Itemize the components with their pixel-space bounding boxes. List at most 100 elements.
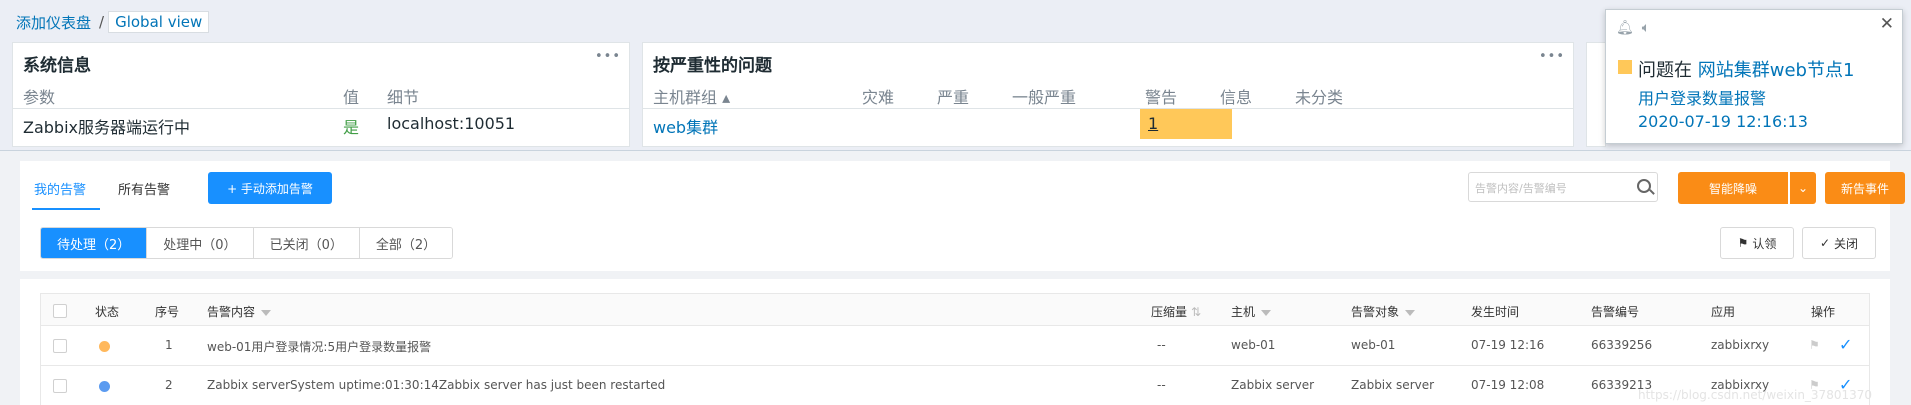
- problems-by-severity-widget: 按严重性的问题 ••• 主机群组 ▴ 灾难 严重 一般严重 警告 信息 未分类 …: [642, 42, 1574, 147]
- host-group-link[interactable]: web集群: [653, 114, 718, 138]
- col-actions: 操作: [1811, 305, 1836, 319]
- col-unclassified: 未分类: [1295, 88, 1344, 107]
- row-app: zabbixrxy: [1711, 338, 1770, 352]
- status-dot: [99, 341, 110, 352]
- breadcrumb-global-view[interactable]: Global view: [108, 11, 210, 33]
- select-all-checkbox[interactable]: [53, 304, 67, 318]
- row-content[interactable]: web-01用户登录情况:5用户登录数量报警: [207, 338, 431, 355]
- col-index: 序号: [155, 305, 180, 319]
- flag-icon: ⚑: [1737, 236, 1749, 250]
- status-segmented-control: 待处理（2） 处理中（0） 已关闭（0） 全部（2）: [40, 227, 454, 259]
- warning-count[interactable]: 1: [1148, 114, 1158, 133]
- problem-notification: 🔔︎ 🔈︎ ✕ 问题在 网站集群web节点1 用户登录数量报警 2020-07-…: [1605, 9, 1903, 144]
- filter-processing[interactable]: 处理中（0）: [147, 228, 254, 258]
- severity-square: [1618, 60, 1632, 74]
- filter-icon[interactable]: [1261, 309, 1272, 316]
- col-target[interactable]: 告警对象: [1351, 303, 1416, 320]
- speaker-icon[interactable]: 🔈︎: [1642, 20, 1650, 36]
- col-host-group[interactable]: 主机群组 ▴: [653, 84, 730, 108]
- row-checkbox[interactable]: [53, 379, 67, 393]
- table-header: 状态 序号 告警内容 压缩量 ⇅ 主机 告警对象 发生时间 告警编号 应用 操作: [41, 294, 1869, 326]
- notification-problem-link[interactable]: 用户登录数量报警: [1638, 85, 1766, 109]
- col-disaster: 灾难: [862, 88, 895, 107]
- bell-icon[interactable]: 🔔︎: [1616, 20, 1634, 36]
- row-host: Zabbix server: [1231, 378, 1315, 392]
- check-icon: ✓: [1819, 236, 1831, 250]
- col-compress[interactable]: 压缩量 ⇅: [1151, 303, 1201, 320]
- detail-text: localhost:10051: [387, 114, 516, 133]
- alarm-panel: 我的告警 所有告警 + 手动添加告警 告警内容/告警编号 智能降噪 ⌄ 新告事件…: [0, 150, 1911, 405]
- problems-header: 主机群组 ▴ 灾难 严重 一般严重 警告 信息 未分类: [643, 79, 1573, 109]
- row-host: web-01: [1231, 338, 1276, 352]
- col-id: 告警编号: [1591, 305, 1640, 319]
- alarm-search[interactable]: 告警内容/告警编号: [1468, 172, 1658, 202]
- chevron-down-icon[interactable]: ⌄: [1790, 172, 1816, 204]
- filter-all[interactable]: 全部（2）: [359, 228, 453, 258]
- notification-host-link[interactable]: 网站集群web节点1: [1698, 60, 1855, 81]
- table-row[interactable]: 2 Zabbix serverSystem uptime:01:30:14Zab…: [41, 366, 1869, 405]
- row-time: 07-19 12:08: [1471, 378, 1545, 392]
- check-icon[interactable]: ✓: [1839, 335, 1852, 354]
- col-value: 值: [343, 88, 360, 107]
- col-parameter: 参数: [23, 88, 56, 107]
- widget-menu-icon[interactable]: •••: [595, 49, 621, 64]
- row-target: Zabbix server: [1351, 378, 1435, 392]
- value-text: 是: [343, 118, 360, 137]
- status-filter-row: 待处理（2） 处理中（0） 已关闭（0） 全部（2） ⚑ 认领 ✓ 关闭: [20, 217, 1890, 271]
- acknowledge-label: 认领: [1752, 236, 1777, 251]
- smart-noise-reduction-button[interactable]: 智能降噪: [1678, 172, 1788, 204]
- warning-count-cell[interactable]: 1: [1140, 109, 1232, 139]
- system-info-row: Zabbix服务器端运行中 是 localhost:10051: [13, 109, 629, 139]
- notification-time-link[interactable]: 2020-07-19 12:16:13: [1638, 112, 1808, 131]
- system-info-header: 参数 值 细节: [13, 79, 629, 109]
- col-high: 严重: [937, 88, 970, 107]
- manual-add-alarm-button[interactable]: + 手动添加告警: [208, 172, 332, 204]
- alarm-toolbar: 我的告警 所有告警 + 手动添加告警 告警内容/告警编号 智能降噪 ⌄ 新告事件: [20, 161, 1905, 217]
- notification-title: 问题在 网站集群web节点1: [1638, 56, 1854, 82]
- sort-icon[interactable]: ⇅: [1191, 305, 1201, 319]
- col-info: 信息: [1220, 88, 1253, 107]
- col-host[interactable]: 主机: [1231, 303, 1272, 320]
- widget-menu-icon[interactable]: •••: [1539, 49, 1565, 64]
- breadcrumb-separator: /: [99, 13, 105, 31]
- alarm-table: 状态 序号 告警内容 压缩量 ⇅ 主机 告警对象 发生时间 告警编号 应用 操作 …: [40, 293, 1870, 405]
- breadcrumb: 添加仪表盘 / Global view: [12, 10, 210, 35]
- new-event-button[interactable]: 新告事件: [1825, 172, 1905, 204]
- row-target: web-01: [1351, 338, 1396, 352]
- col-average: 一般严重: [1012, 88, 1077, 107]
- row-index: 2: [165, 378, 173, 392]
- partial-widget: [1586, 42, 1606, 147]
- breadcrumb-dashboard-link[interactable]: 添加仪表盘: [12, 10, 95, 35]
- close-label: 关闭: [1834, 236, 1859, 251]
- close-icon[interactable]: ✕: [1880, 14, 1894, 34]
- row-content[interactable]: Zabbix serverSystem uptime:01:30:14Zabbi…: [207, 378, 665, 392]
- row-compress: --: [1157, 338, 1166, 352]
- tab-underline: [32, 208, 100, 210]
- col-content[interactable]: 告警内容: [207, 303, 272, 320]
- col-detail: 细节: [387, 88, 420, 107]
- system-info-widget: 系统信息 ••• 参数 值 细节 Zabbix服务器端运行中 是 localho…: [12, 42, 630, 147]
- problems-title: 按严重性的问题: [653, 56, 772, 76]
- table-row[interactable]: 1 web-01用户登录情况:5用户登录数量报警 -- web-01 web-0…: [41, 326, 1869, 366]
- close-alarm-button[interactable]: ✓ 关闭: [1802, 227, 1876, 259]
- system-info-title: 系统信息: [23, 56, 91, 76]
- row-id: 66339256: [1591, 338, 1653, 352]
- problems-row: web集群 1: [643, 109, 1573, 139]
- filter-icon[interactable]: [261, 309, 272, 316]
- search-icon[interactable]: [1637, 179, 1651, 193]
- alarm-table-container: 状态 序号 告警内容 压缩量 ⇅ 主机 告警对象 发生时间 告警编号 应用 操作 …: [20, 279, 1890, 405]
- tab-my-alarms[interactable]: 我的告警: [34, 179, 86, 198]
- flag-icon[interactable]: ⚑: [1809, 338, 1820, 352]
- acknowledge-button[interactable]: ⚑ 认领: [1720, 227, 1794, 259]
- status-dot: [99, 381, 110, 392]
- filter-pending[interactable]: 待处理（2）: [41, 228, 148, 258]
- col-warning: 警告: [1145, 88, 1178, 107]
- row-compress: --: [1157, 378, 1166, 392]
- notification-prefix: 问题在: [1638, 60, 1692, 81]
- row-index: 1: [165, 338, 173, 352]
- tab-all-alarms[interactable]: 所有告警: [118, 179, 170, 198]
- param-text: Zabbix服务器端运行中: [23, 118, 190, 137]
- row-checkbox[interactable]: [53, 339, 67, 353]
- filter-icon[interactable]: [1405, 309, 1416, 316]
- filter-closed[interactable]: 已关闭（0）: [253, 228, 360, 258]
